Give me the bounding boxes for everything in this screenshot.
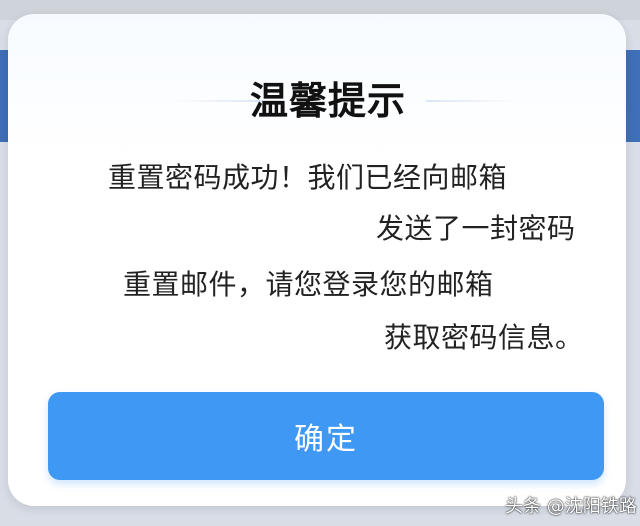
dialog-message-line-1: 重置密码成功！我们已经向邮箱 (108, 161, 508, 194)
dialog-message-line-3: 重置邮件，请您登录您的邮箱 (123, 268, 494, 301)
reset-password-dialog: 温馨提示 重置密码成功！我们已经向邮箱 发送了一封密码 重置邮件，请您登录您的邮… (8, 14, 626, 506)
dialog-title: 温馨提示 (249, 79, 406, 123)
title-decoration-right (426, 100, 516, 102)
dialog-message-line-4: 获取密码信息。 (384, 321, 584, 354)
dialog-message-line-2: 发送了一封密码 (376, 212, 576, 245)
dialog-title-row: 温馨提示 (8, 76, 626, 126)
source-watermark: 头条 @沈阳铁路 (505, 496, 637, 517)
confirm-button[interactable]: 确定 (48, 392, 604, 480)
